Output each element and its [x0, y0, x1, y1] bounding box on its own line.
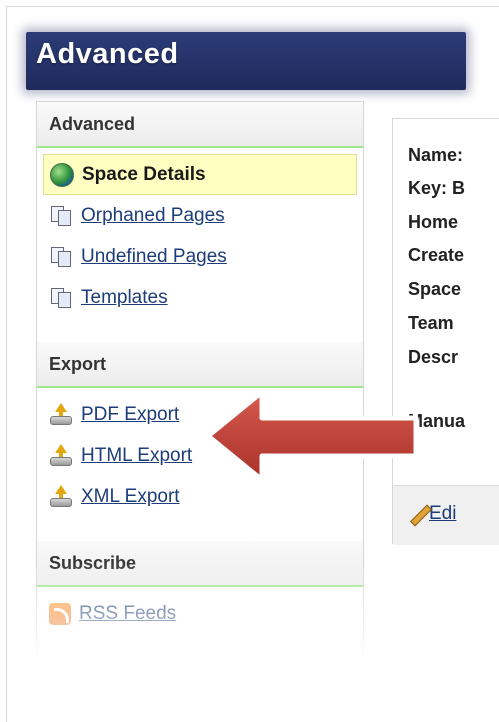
xml-export-link[interactable]: XML Export [81, 486, 180, 508]
section-heading-export: Export [37, 342, 363, 388]
section-heading-advanced: Advanced [37, 102, 363, 148]
sidebar-item-templates[interactable]: Templates [43, 277, 357, 318]
callout-arrow [205, 389, 419, 483]
sidebar-item-orphaned-pages[interactable]: Orphaned Pages [43, 195, 357, 236]
edit-link[interactable]: Edi [407, 503, 456, 525]
sidebar-item-rss-feeds[interactable]: RSS Feeds [43, 593, 357, 634]
page-title-bar: Advanced [26, 32, 466, 90]
sidebar-item-space-details[interactable]: Space Details [43, 154, 357, 195]
detail-label-key: Key: B [408, 178, 466, 198]
space-admin-sidebar: Advanced Space Details Orphaned Pages Un… [36, 101, 364, 661]
rss-feeds-link[interactable]: RSS Feeds [79, 603, 176, 625]
undefined-pages-link[interactable]: Undefined Pages [81, 246, 227, 268]
edit-link-label: Edi [429, 503, 457, 525]
pencil-icon [407, 503, 429, 525]
detail-label-home: Home [408, 212, 459, 232]
detail-label-description: Descr [408, 347, 459, 367]
sidebar-item-label: Space Details [82, 163, 206, 185]
rss-icon [49, 602, 71, 625]
pdf-export-link[interactable]: PDF Export [81, 404, 179, 426]
detail-label-space: Space [408, 279, 462, 299]
export-icon [49, 402, 73, 427]
html-export-link[interactable]: HTML Export [81, 445, 192, 467]
globe-icon [50, 162, 74, 187]
export-icon [49, 484, 73, 509]
sidebar-item-undefined-pages[interactable]: Undefined Pages [43, 236, 357, 277]
pages-icon [49, 245, 73, 269]
callout-arrow-shape [205, 389, 419, 483]
section-heading-subscribe: Subscribe [37, 541, 363, 587]
pages-icon [49, 204, 73, 228]
detail-label-team: Team [408, 313, 454, 333]
templates-link[interactable]: Templates [81, 287, 168, 309]
detail-label-created: Create [408, 245, 465, 265]
page-title: Advanced [36, 38, 179, 70]
orphaned-pages-link[interactable]: Orphaned Pages [81, 205, 225, 227]
pages-icon [49, 286, 73, 310]
detail-label-name: Name: [408, 145, 464, 165]
export-icon [49, 443, 73, 468]
